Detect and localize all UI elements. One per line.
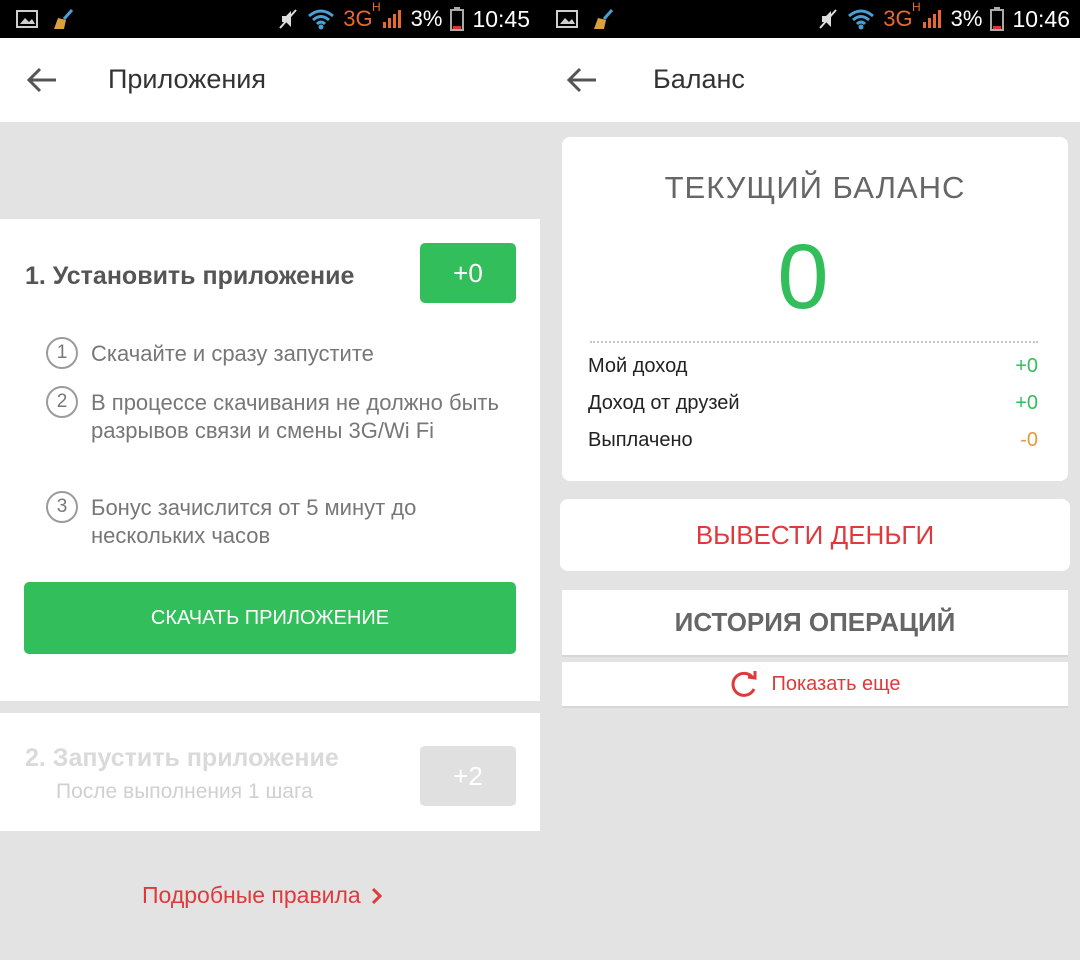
battery-icon bbox=[990, 7, 1005, 31]
instruction-item: 3 Бонус зачислится от 5 минут до несколь… bbox=[46, 491, 516, 550]
back-arrow-icon[interactable] bbox=[566, 66, 598, 94]
step-number-circle: 1 bbox=[46, 337, 78, 369]
balance-screen: 3G H 3% 10:46 Баланс ТЕКУЩИЙ БАЛАНС 0 Мой… bbox=[540, 0, 1080, 960]
instruction-text: Скачайте и сразу запустите bbox=[91, 341, 374, 366]
notification-icons bbox=[556, 8, 616, 30]
step-2-points-badge: +2 bbox=[420, 746, 516, 806]
balance-card: ТЕКУЩИЙ БАЛАНС 0 Мой доход +0 Доход от д… bbox=[562, 137, 1068, 481]
notification-icons bbox=[16, 8, 76, 30]
balance-row-label: Доход от друзей bbox=[588, 392, 740, 414]
page-title: Баланс bbox=[653, 64, 745, 94]
clock: 10:45 bbox=[472, 5, 530, 32]
page-title: Приложения bbox=[108, 64, 266, 94]
instruction-item: 2 В процессе скачивания не должно быть р… bbox=[46, 386, 516, 445]
instruction-text: В процессе скачивания не должно быть раз… bbox=[91, 390, 499, 443]
refresh-icon bbox=[732, 671, 757, 697]
balance-row-label: Выплачено bbox=[588, 429, 693, 451]
system-status: 3G H 3% 10:45 bbox=[277, 0, 530, 38]
apps-screen: 3G H 3% 10:45 Приложения 1. Установить пр… bbox=[0, 0, 540, 960]
system-status: 3G H 3% 10:46 bbox=[817, 0, 1070, 38]
signal-icon bbox=[382, 10, 401, 28]
back-arrow-icon[interactable] bbox=[26, 66, 58, 94]
clock: 10:46 bbox=[1012, 5, 1070, 32]
balance-value: 0 bbox=[777, 226, 829, 328]
balance-row: Доход от друзей +0 bbox=[588, 392, 1038, 415]
step-2-card: 2. Запустить приложение После выполнения… bbox=[0, 713, 540, 831]
balance-row-value: +0 bbox=[1015, 355, 1038, 377]
network-type: 3G H bbox=[343, 0, 381, 31]
dotted-divider bbox=[590, 341, 1038, 343]
step-1-points-badge: +0 bbox=[420, 243, 516, 303]
mute-icon bbox=[279, 9, 298, 29]
instruction-text: Бонус зачислится от 5 минут до нескольки… bbox=[91, 495, 417, 548]
balance-title: ТЕКУЩИЙ БАЛАНС bbox=[664, 170, 966, 205]
battery-percent: 3% bbox=[950, 6, 983, 31]
app-bar: Приложения bbox=[0, 38, 540, 122]
status-bar: 3G H 3% 10:45 bbox=[0, 0, 540, 38]
app-bar: Баланс bbox=[540, 38, 1080, 122]
balance-row: Мой доход +0 bbox=[588, 355, 1038, 378]
instruction-item: 1 Скачайте и сразу запустите bbox=[46, 337, 516, 369]
gallery-icon bbox=[16, 10, 38, 28]
battery-icon bbox=[450, 7, 465, 31]
status-bar: 3G H 3% 10:46 bbox=[540, 0, 1080, 38]
balance-row-label: Мой доход bbox=[588, 355, 688, 377]
battery-percent: 3% bbox=[410, 6, 443, 31]
gallery-icon bbox=[556, 10, 578, 28]
history-header: ИСТОРИЯ ОПЕРАЦИЙ bbox=[562, 590, 1068, 657]
cleaner-broom-icon bbox=[54, 9, 74, 29]
rules-link-label: Подробные правила bbox=[142, 882, 361, 908]
step-number-circle: 3 bbox=[46, 491, 78, 523]
detailed-rules-link[interactable]: Подробные правила bbox=[142, 882, 383, 909]
show-more-button[interactable]: Показать еще bbox=[562, 662, 1068, 708]
withdraw-money-button[interactable]: ВЫВЕСТИ ДЕНЬГИ bbox=[560, 499, 1070, 571]
wifi-icon bbox=[848, 9, 875, 30]
balance-row-value: +0 bbox=[1015, 392, 1038, 414]
signal-icon bbox=[922, 10, 941, 28]
step-2-title: 2. Запустить приложение bbox=[25, 744, 339, 772]
chevron-right-icon bbox=[371, 887, 382, 904]
download-app-button[interactable]: СКАЧАТЬ ПРИЛОЖЕНИЕ bbox=[24, 582, 516, 654]
balance-row: Выплачено -0 bbox=[588, 429, 1038, 452]
show-more-label: Показать еще bbox=[771, 672, 901, 695]
step-1-title: 1. Установить приложение bbox=[25, 262, 355, 290]
network-type: 3G H bbox=[883, 0, 921, 31]
step-2-subtitle: После выполнения 1 шага bbox=[56, 780, 313, 803]
mute-icon bbox=[819, 9, 838, 29]
step-1-card: 1. Установить приложение +0 1 Скачайте и… bbox=[0, 219, 540, 701]
wifi-icon bbox=[308, 9, 335, 30]
balance-row-value: -0 bbox=[1020, 429, 1038, 451]
step-number-circle: 2 bbox=[46, 386, 78, 418]
cleaner-broom-icon bbox=[594, 9, 614, 29]
